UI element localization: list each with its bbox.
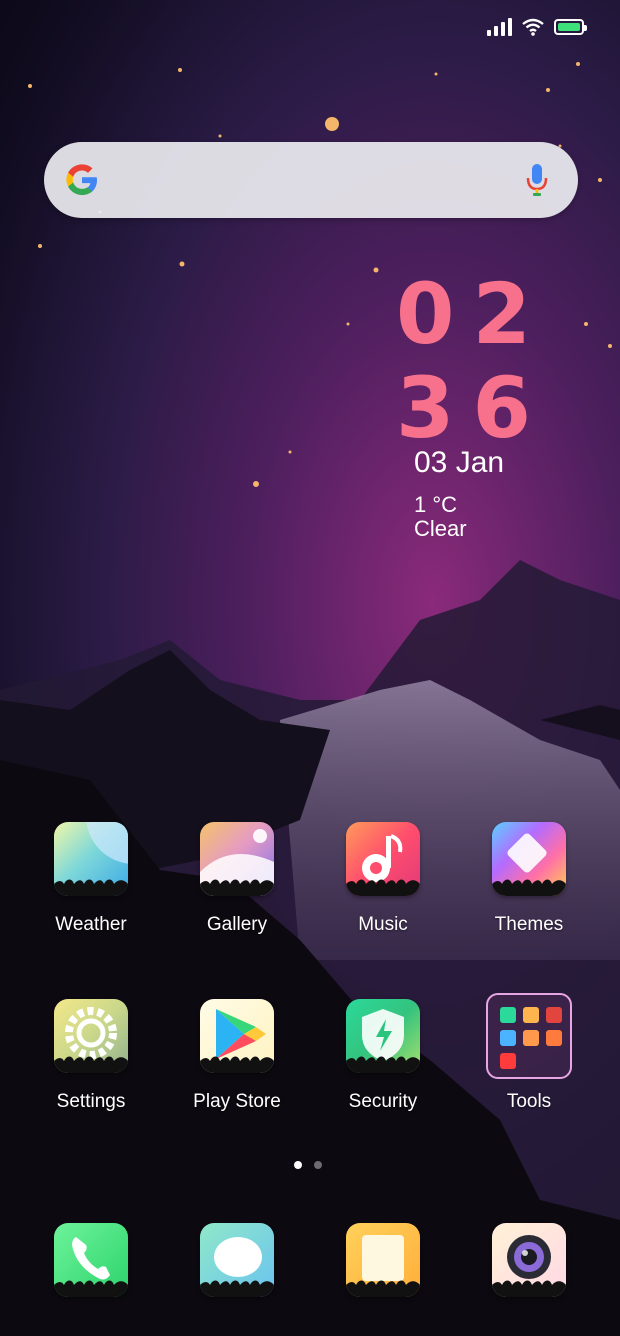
status-bar (0, 0, 620, 56)
page-dot-active[interactable] (294, 1161, 302, 1169)
microphone-icon[interactable] (526, 162, 548, 198)
page-indicator (294, 1161, 322, 1169)
music-icon (346, 822, 420, 896)
dock-notes[interactable] (318, 1223, 448, 1297)
clock-minutes: 36 (396, 359, 549, 457)
clock-date: 03 Jan (414, 446, 505, 479)
app-label: Settings (56, 1091, 126, 1112)
dock-camera[interactable] (464, 1223, 594, 1297)
weather-condition: Clear (414, 516, 467, 541)
app-label: Tools (506, 1091, 552, 1112)
mini-app-icon (546, 1030, 562, 1046)
app-play-store[interactable]: Play Store (172, 999, 302, 1113)
app-settings[interactable]: Settings (26, 999, 156, 1113)
dock-phone[interactable] (26, 1223, 156, 1297)
app-label: Themes (494, 914, 564, 935)
app-label: Gallery (206, 914, 268, 935)
gallery-icon (200, 822, 274, 896)
app-security[interactable]: Security (318, 999, 448, 1113)
app-folder-tools[interactable]: Tools (464, 993, 594, 1113)
app-weather[interactable]: Weather (26, 822, 156, 936)
page-dot[interactable] (314, 1161, 322, 1169)
app-label: Security (348, 1091, 418, 1112)
app-music[interactable]: Music (318, 822, 448, 936)
battery-icon (554, 19, 587, 35)
security-icon (346, 999, 420, 1073)
phone-icon (54, 1223, 128, 1297)
app-label: Weather (55, 914, 127, 935)
themes-icon (492, 822, 566, 896)
wifi-icon (522, 18, 544, 36)
clock-widget[interactable]: 02 36 (396, 268, 549, 454)
play-store-icon (200, 999, 274, 1073)
settings-icon (54, 999, 128, 1073)
mini-app-icon (500, 1053, 516, 1069)
camera-icon (492, 1223, 566, 1297)
app-label: Play Store (193, 1091, 281, 1112)
google-search-bar[interactable] (44, 142, 578, 218)
app-label: Music (358, 914, 408, 935)
mini-app-icon (546, 1007, 562, 1023)
app-themes[interactable]: Themes (464, 822, 594, 936)
weather-temperature: 1 °C (414, 492, 458, 517)
mini-app-icon (523, 1030, 539, 1046)
app-gallery[interactable]: Gallery (172, 822, 302, 936)
mini-app-icon (500, 1030, 516, 1046)
clock-hours: 02 (396, 265, 549, 363)
messages-icon (200, 1223, 274, 1297)
dock-messages[interactable] (172, 1223, 302, 1297)
signal-icon (487, 18, 512, 36)
notes-icon (346, 1223, 420, 1297)
tools-folder-icon (486, 993, 572, 1079)
weather-icon (54, 822, 128, 896)
google-icon (66, 164, 97, 195)
mini-app-icon (523, 1007, 539, 1023)
mini-app-icon (500, 1007, 516, 1023)
